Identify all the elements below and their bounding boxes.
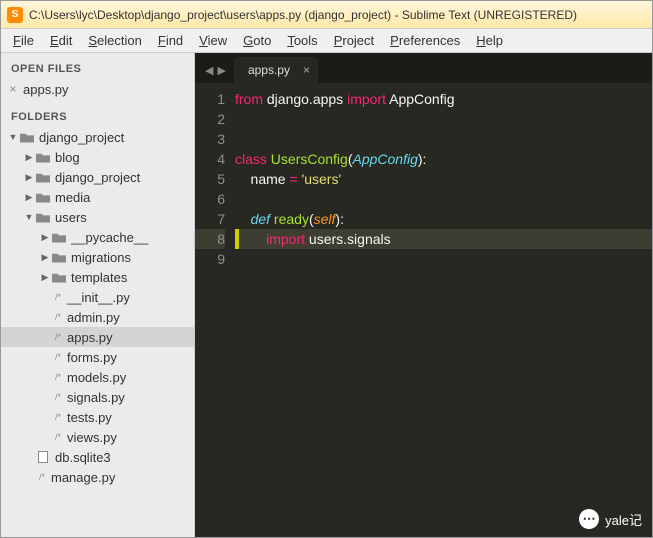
folder-django_project[interactable]: django_project — [1, 127, 194, 147]
close-icon[interactable]: × — [303, 63, 310, 77]
open-file[interactable]: × apps.py — [1, 79, 194, 99]
editor-pane: ◀ ▶ apps.py × 123456789 from django.apps… — [195, 53, 652, 537]
tree-label: django_project — [55, 170, 140, 185]
filetype-icon: /* — [51, 392, 65, 402]
folder-users[interactable]: users — [1, 207, 194, 227]
menu-edit[interactable]: Edit — [42, 31, 80, 50]
filetype-icon: /* — [51, 352, 65, 362]
tree-label: signals.py — [67, 390, 125, 405]
close-icon[interactable]: × — [7, 82, 19, 96]
watermark-icon — [579, 509, 599, 529]
chevron-right-icon[interactable] — [23, 152, 35, 163]
file-views.py[interactable]: /*views.py — [1, 427, 194, 447]
folder-icon — [51, 270, 67, 284]
menu-help[interactable]: Help — [468, 31, 511, 50]
watermark: yale记 — [579, 509, 642, 529]
menu-find[interactable]: Find — [150, 31, 191, 50]
sidebar: OPEN FILES × apps.py FOLDERS django_proje… — [1, 53, 195, 537]
folder-icon — [35, 150, 51, 164]
chevron-right-icon[interactable] — [23, 192, 35, 203]
open-files-header: OPEN FILES — [1, 59, 194, 79]
tree-label: forms.py — [67, 350, 117, 365]
window-title: C:\Users\lyc\Desktop\django_project\user… — [29, 8, 577, 22]
tab-bar: ◀ ▶ apps.py × — [195, 53, 652, 83]
folder-__pycache__[interactable]: __pycache__ — [1, 227, 194, 247]
folder-icon — [35, 190, 51, 204]
chevron-right-icon[interactable] — [39, 232, 51, 243]
folder-django_project[interactable]: django_project — [1, 167, 194, 187]
menu-file[interactable]: File — [5, 31, 42, 50]
file-icon — [35, 450, 51, 464]
filetype-icon: /* — [51, 312, 65, 322]
tree-label: db.sqlite3 — [55, 450, 111, 465]
file-label: apps.py — [23, 82, 69, 97]
tree-label: apps.py — [67, 330, 113, 345]
filetype-icon: /* — [51, 412, 65, 422]
file-admin.py[interactable]: /*admin.py — [1, 307, 194, 327]
tree-label: views.py — [67, 430, 117, 445]
folders-header: FOLDERS — [1, 107, 194, 127]
menu-view[interactable]: View — [191, 31, 235, 50]
folder-media[interactable]: media — [1, 187, 194, 207]
code-content[interactable]: from django.apps import AppConfigclass U… — [235, 89, 652, 537]
chevron-right-icon[interactable] — [39, 252, 51, 263]
tree-label: tests.py — [67, 410, 112, 425]
tree-label: __pycache__ — [71, 230, 148, 245]
line-gutter: 123456789 — [195, 89, 235, 537]
app-icon: S — [7, 7, 23, 23]
tree-label: users — [55, 210, 87, 225]
tree-label: __init__.py — [67, 290, 130, 305]
file-tests.py[interactable]: /*tests.py — [1, 407, 194, 427]
file-models.py[interactable]: /*models.py — [1, 367, 194, 387]
filetype-icon: /* — [51, 332, 65, 342]
folder-icon — [51, 230, 67, 244]
tree-label: migrations — [71, 250, 131, 265]
tree-label: admin.py — [67, 310, 120, 325]
menu-goto[interactable]: Goto — [235, 31, 279, 50]
menu-preferences[interactable]: Preferences — [382, 31, 468, 50]
folder-icon — [35, 170, 51, 184]
file-forms.py[interactable]: /*forms.py — [1, 347, 194, 367]
file-manage.py[interactable]: /*manage.py — [1, 467, 194, 487]
menu-bar: FileEditSelectionFindViewGotoToolsProjec… — [1, 29, 652, 53]
folder-migrations[interactable]: migrations — [1, 247, 194, 267]
file-db.sqlite3[interactable]: db.sqlite3 — [1, 447, 194, 467]
title-bar: S C:\Users\lyc\Desktop\django_project\us… — [1, 1, 652, 29]
filetype-icon: /* — [51, 292, 65, 302]
tree-label: django_project — [39, 130, 124, 145]
tree-label: media — [55, 190, 90, 205]
file-__init__.py[interactable]: /*__init__.py — [1, 287, 194, 307]
chevron-right-icon[interactable] — [39, 272, 51, 283]
file-signals.py[interactable]: /*signals.py — [1, 387, 194, 407]
folder-icon — [19, 130, 35, 144]
tree-label: models.py — [67, 370, 126, 385]
filetype-icon: /* — [51, 432, 65, 442]
chevron-down-icon[interactable] — [7, 132, 19, 142]
chevron-down-icon[interactable] — [23, 212, 35, 222]
folder-templates[interactable]: templates — [1, 267, 194, 287]
tree-label: templates — [71, 270, 127, 285]
menu-project[interactable]: Project — [326, 31, 382, 50]
tree-label: manage.py — [51, 470, 115, 485]
folder-blog[interactable]: blog — [1, 147, 194, 167]
folder-icon — [35, 210, 51, 224]
filetype-icon: /* — [51, 372, 65, 382]
file-apps.py[interactable]: /*apps.py — [1, 327, 194, 347]
folder-icon — [51, 250, 67, 264]
filetype-icon: /* — [35, 472, 49, 482]
nav-forward-icon[interactable]: ▶ — [217, 64, 225, 77]
menu-tools[interactable]: Tools — [279, 31, 325, 50]
watermark-text: yale记 — [605, 510, 642, 529]
nav-back-icon[interactable]: ◀ — [205, 64, 213, 77]
tree-label: blog — [55, 150, 80, 165]
tab-apps[interactable]: apps.py × — [234, 57, 318, 83]
code-area[interactable]: 123456789 from django.apps import AppCon… — [195, 83, 652, 537]
menu-selection[interactable]: Selection — [80, 31, 149, 50]
chevron-right-icon[interactable] — [23, 172, 35, 183]
tab-label: apps.py — [248, 63, 290, 77]
